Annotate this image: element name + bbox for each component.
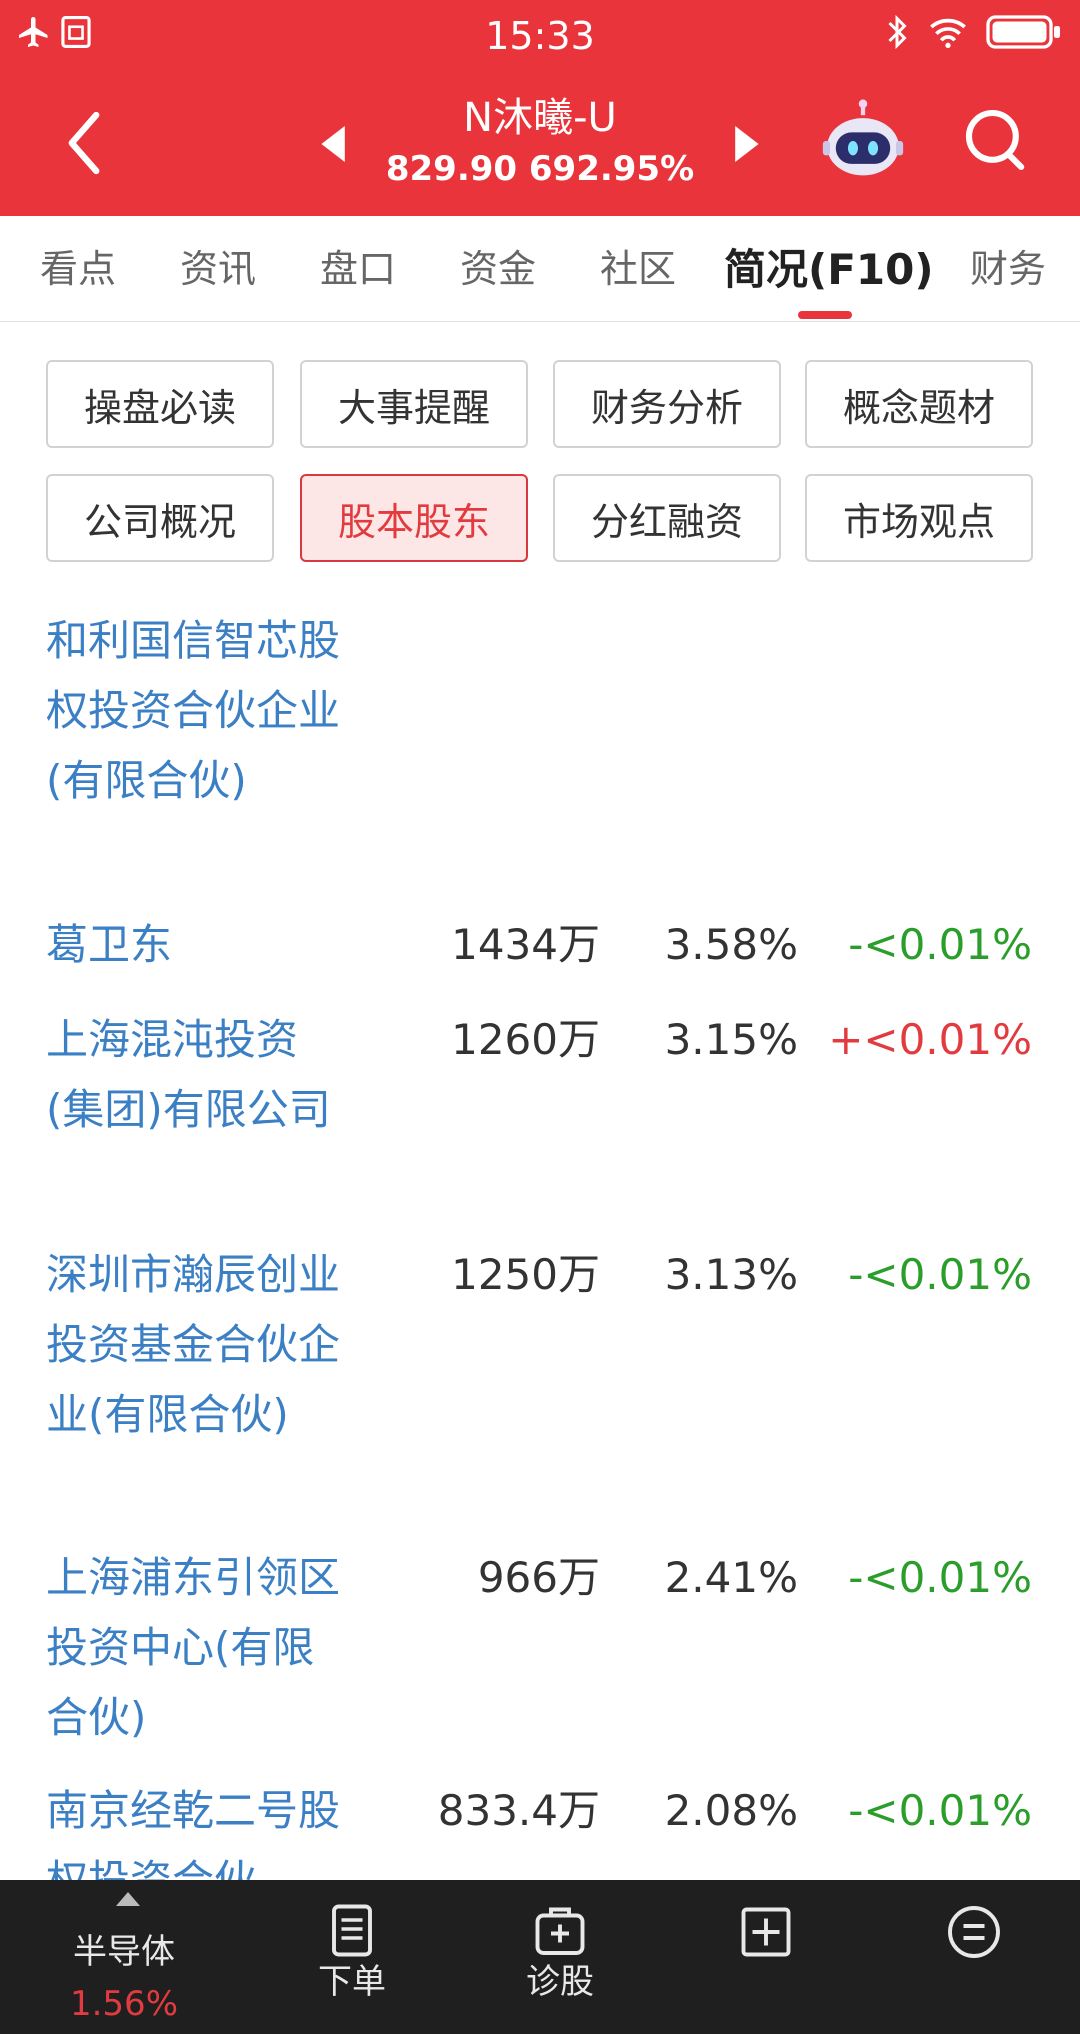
tab-shequ[interactable]: 社区	[600, 238, 676, 293]
bluetooth-icon	[888, 14, 907, 50]
tab-f10[interactable]: 简况(F10)	[724, 236, 934, 297]
status-right-icons	[884, 14, 1062, 50]
shares-held: 966万	[477, 1553, 600, 1602]
shareholder-name[interactable]: 上海浦东引领区投资中心(有限合伙)	[46, 1543, 346, 1753]
holding-ratio: 2.08%	[664, 1786, 798, 1835]
shares-held: 1260万	[451, 1015, 600, 1064]
shareholder-name[interactable]: 和利国信智芯股权投资合伙企业(有限合伙)	[46, 606, 346, 816]
btn-shichang-guandian[interactable]: 市场观点	[805, 474, 1033, 562]
stock-price-change: 829.90 692.95%	[385, 149, 695, 189]
stock-title: N沐曦-U 829.90 692.95%	[340, 92, 740, 194]
shares-held: 1434万	[451, 920, 600, 969]
sector-quote[interactable]: 半导体 1.56%	[16, 1880, 232, 2034]
btn-caiwu-fenxi[interactable]: 财务分析	[553, 360, 781, 448]
btn-fenhong-rongzi[interactable]: 分红融资	[553, 474, 781, 562]
status-bar: 15:33	[0, 0, 1080, 72]
holding-change: -<0.01%	[848, 1250, 1032, 1299]
nav-bar: N沐曦-U 829.90 692.95%	[0, 86, 1080, 206]
shareholder-name[interactable]: 深圳市瀚辰创业投资基金合伙企业(有限合伙)	[46, 1240, 346, 1450]
diagnose-label: 诊股	[526, 1962, 594, 2002]
search-icon[interactable]	[960, 104, 1032, 176]
holding-ratio: 3.58%	[664, 920, 798, 969]
shareholder-name[interactable]: 葛卫东	[46, 910, 346, 980]
add-watchlist-button[interactable]	[658, 1880, 874, 2034]
more-menu-button[interactable]	[866, 1880, 1080, 2034]
robot-assistant-icon[interactable]	[820, 98, 906, 184]
next-stock-button[interactable]	[728, 122, 764, 166]
holding-change: +<0.01%	[828, 1015, 1032, 1064]
tab-bar: 看点 资讯 盘口 资金 社区 简况(F10) 财务	[0, 216, 1080, 322]
tab-caiwu[interactable]: 财务	[970, 238, 1046, 293]
shares-held: 1250万	[451, 1250, 600, 1299]
document-icon	[332, 1904, 372, 1957]
tab-kandian[interactable]: 看点	[40, 238, 116, 293]
add-square-icon	[741, 1907, 791, 1957]
back-button[interactable]	[54, 108, 114, 178]
holding-ratio: 2.41%	[664, 1553, 798, 1602]
holding-ratio: 3.15%	[664, 1015, 798, 1064]
menu-circle-icon	[948, 1906, 1000, 1958]
holding-change: -<0.01%	[848, 1553, 1032, 1602]
diagnose-icon	[535, 1907, 585, 1955]
stock-name: N沐曦-U	[463, 95, 617, 141]
app-header: 15:33 N沐曦-U 829.90 692.95%	[0, 0, 1080, 216]
tab-pankou[interactable]: 盘口	[320, 238, 396, 293]
diagnose-button[interactable]: 诊股	[452, 1880, 668, 2034]
bottom-toolbar: 半导体 1.56% 下单 诊股	[0, 1880, 1080, 2034]
wifi-icon	[930, 18, 966, 48]
tab-zijin[interactable]: 资金	[460, 238, 536, 293]
holding-ratio: 3.13%	[664, 1250, 798, 1299]
btn-gainian-ticai[interactable]: 概念题材	[805, 360, 1033, 448]
shareholder-name[interactable]: 上海混沌投资(集团)有限公司	[46, 1005, 346, 1145]
active-tab-indicator	[798, 311, 852, 319]
sector-change: 1.56%	[69, 1984, 178, 2024]
tab-zixun[interactable]: 资讯	[180, 238, 256, 293]
battery-icon	[986, 15, 1060, 49]
order-button[interactable]: 下单	[244, 1880, 460, 2034]
btn-guben-gudong[interactable]: 股本股东	[300, 474, 528, 562]
sector-name: 半导体	[73, 1932, 175, 1972]
btn-caopan-bidu[interactable]: 操盘必读	[46, 360, 274, 448]
btn-gongsi-gaikuang[interactable]: 公司概况	[46, 474, 274, 562]
shares-held: 833.4万	[437, 1786, 600, 1835]
holding-change: -<0.01%	[848, 1786, 1032, 1835]
order-label: 下单	[318, 1962, 386, 2002]
holding-change: -<0.01%	[848, 920, 1032, 969]
btn-dashi-tixing[interactable]: 大事提醒	[300, 360, 528, 448]
caret-up-icon	[116, 1892, 140, 1906]
